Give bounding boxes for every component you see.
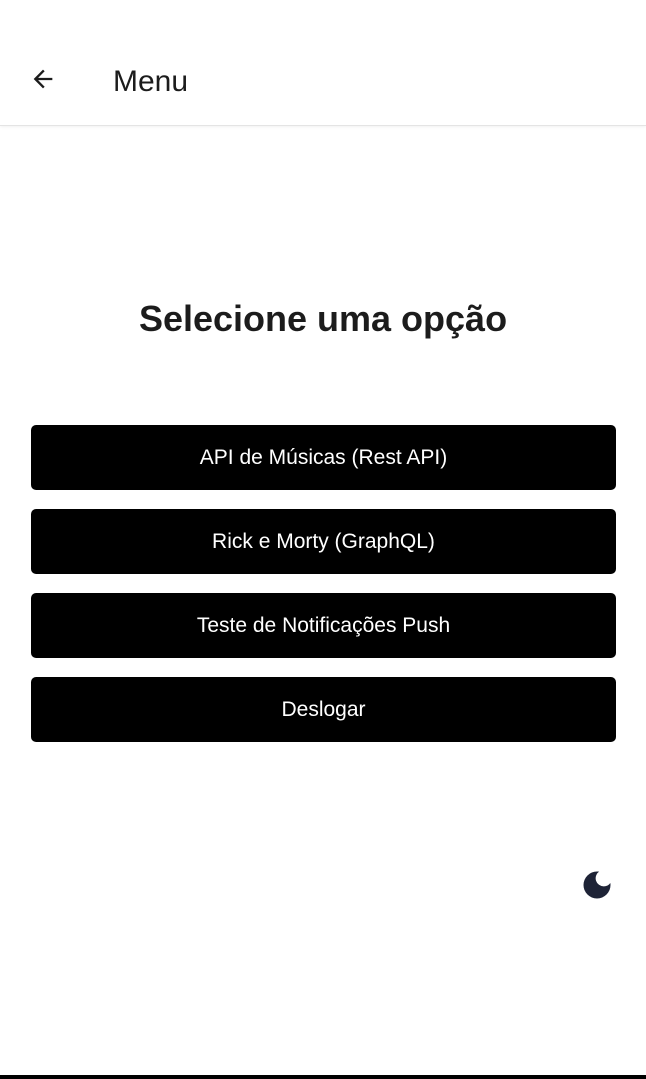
rick-and-morty-button[interactable]: Rick e Morty (GraphQL) (31, 509, 616, 574)
theme-toggle-button[interactable] (576, 866, 618, 908)
logout-button[interactable]: Deslogar (31, 677, 616, 742)
back-button[interactable] (22, 60, 64, 102)
arrow-left-icon (29, 65, 57, 98)
push-notifications-button[interactable]: Teste de Notificações Push (31, 593, 616, 658)
moon-icon (579, 867, 615, 908)
app-bar: Menu (0, 0, 646, 126)
app-title: Menu (113, 65, 189, 98)
page-heading: Selecione uma opção (138, 298, 508, 339)
music-api-button[interactable]: API de Músicas (Rest API) (31, 425, 616, 490)
bottom-edge-bar (0, 1075, 646, 1079)
